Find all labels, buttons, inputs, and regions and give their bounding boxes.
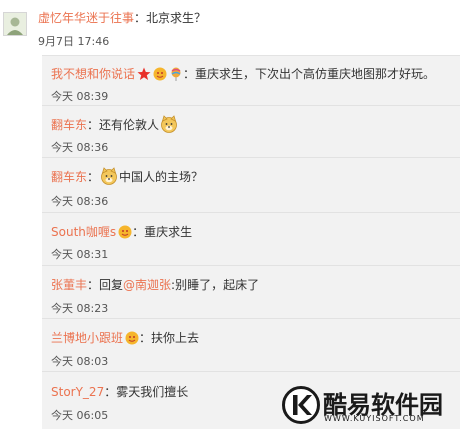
- post-author-link[interactable]: 虚忆年华迷于往事: [38, 11, 134, 25]
- comment-item: South咖喱s ：重庆求生 今天 08:31: [42, 213, 460, 266]
- post-content: 虚忆年华迷于往事：北京求生？: [38, 9, 206, 26]
- comment-item: 张董丰 ：回复 @南迦张 :别睡了，起床了 今天 08:23: [42, 266, 460, 319]
- comment-item: 翻车东 ： 中国人的主场？ 今天 08:36: [42, 158, 460, 213]
- comment-text: ：扶你上去: [139, 331, 200, 345]
- comment-user-link[interactable]: 张董丰: [51, 276, 87, 293]
- doge-emoji-icon: [101, 167, 117, 185]
- comment-item: 我不想和你说话 ：重庆求生，下次出个高仿重庆地图那才好玩。 今天 08:39: [42, 56, 460, 106]
- watermark-logo-icon: [282, 386, 320, 424]
- comment-user-link[interactable]: 我不想和你说话: [51, 65, 135, 82]
- comment-line: 翻车东 ：还有伦敦人: [51, 115, 179, 133]
- doge-emoji-icon: [161, 115, 177, 133]
- star-badge-icon: [137, 67, 151, 80]
- vip-badge-icon: [118, 225, 132, 238]
- comment-user-link[interactable]: 兰博地小跟班: [51, 329, 123, 346]
- comment-timestamp: 今天 08:03: [51, 355, 109, 368]
- comment-line: StorY_27 ：雾天我们擅长: [51, 383, 188, 400]
- comment-line: 翻车东 ： 中国人的主场？: [51, 167, 203, 185]
- comment-text: :别睡了，起床了: [171, 278, 260, 292]
- comment-timestamp: 今天 08:23: [51, 302, 109, 315]
- mention-link[interactable]: @南迦张: [123, 276, 171, 293]
- post-timestamp: 9月7日 17:46: [38, 35, 110, 48]
- comment-timestamp: 今天 08:31: [51, 248, 109, 261]
- comment-line: 我不想和你说话 ：重庆求生，下次出个高仿重庆地图那才好玩。: [51, 65, 435, 82]
- comment-timestamp: 今天 08:39: [51, 90, 109, 103]
- comment-text: ：重庆求生，下次出个高仿重庆地图那才好玩。: [183, 67, 436, 81]
- comment-timestamp: 今天 06:05: [51, 409, 109, 422]
- comment-user-link[interactable]: South咖喱s: [51, 223, 116, 240]
- watermark-url: WWW.KUYISOFT.COM: [324, 414, 425, 423]
- comment-user-link[interactable]: 翻车东: [51, 116, 87, 133]
- comment-timestamp: 今天 08:36: [51, 141, 109, 154]
- post-text: ：北京求生？: [134, 11, 207, 25]
- comment-text: ：还有伦敦人: [87, 117, 160, 132]
- comment-line: 兰博地小跟班 ：扶你上去: [51, 329, 199, 346]
- comment-list: 我不想和你说话 ：重庆求生，下次出个高仿重庆地图那才好玩。 今天 08:39 翻…: [42, 55, 460, 429]
- comment-user-link[interactable]: 翻车东: [51, 168, 87, 185]
- vip-badge-icon: [153, 67, 167, 80]
- comment-line: South咖喱s ：重庆求生: [51, 223, 192, 240]
- comment-item: 翻车东 ：还有伦敦人 今天 08:36: [42, 106, 460, 158]
- comment-line: 张董丰 ：回复 @南迦张 :别睡了，起床了: [51, 276, 259, 293]
- comment-timestamp: 今天 08:36: [51, 195, 109, 208]
- comment-text: ：重庆求生: [132, 225, 193, 239]
- balloon-badge-icon: [171, 67, 181, 81]
- comment-reply-prefix: ：回复: [87, 278, 124, 292]
- weibo-post: 虚忆年华迷于往事：北京求生？ 9月7日 17:46: [0, 0, 460, 52]
- comment-text: 中国人的主场？: [119, 169, 204, 184]
- comment-user-link[interactable]: StorY_27: [51, 385, 104, 399]
- comment-text: ：雾天我们擅长: [104, 385, 189, 399]
- vip-badge-icon: [125, 331, 139, 344]
- avatar[interactable]: [3, 12, 27, 36]
- site-watermark: 酷易软件园 WWW.KUYISOFT.COM: [280, 383, 460, 428]
- comment-item: 兰博地小跟班 ：扶你上去 今天 08:03: [42, 319, 460, 372]
